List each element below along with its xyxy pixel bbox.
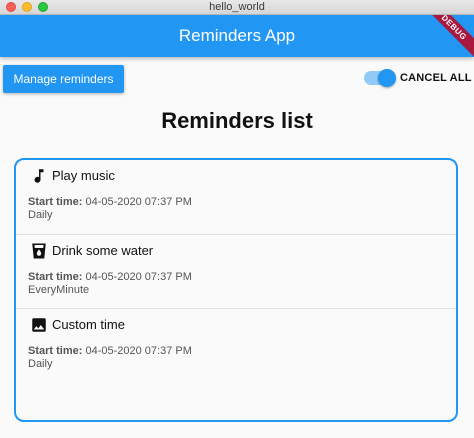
- music-note-icon: [34, 169, 44, 183]
- start-time-value: 04-05-2020 07:37 PM: [85, 196, 192, 208]
- reminder-start-time: Start time: 04-05-2020 07:37 PM: [28, 196, 192, 208]
- reminder-title: Drink some water: [52, 243, 154, 258]
- page-title: Reminders list: [161, 108, 313, 133]
- cancel-all-label: CANCEL ALL: [400, 72, 472, 84]
- reminder-repeat: Daily: [28, 209, 53, 221]
- start-time-label: Start time:: [28, 196, 83, 208]
- reminder-start-time: Start time: 04-05-2020 07:37 PM: [28, 345, 192, 357]
- reminder-start-time: Start time: 04-05-2020 07:37 PM: [28, 271, 192, 283]
- reminders-list: Play music Start time: 04-05-2020 07:37 …: [14, 158, 458, 422]
- start-time-label: Start time:: [28, 345, 83, 357]
- reminder-repeat: EveryMinute: [28, 284, 90, 296]
- start-time-value: 04-05-2020 07:37 PM: [85, 345, 192, 357]
- manage-reminders-button[interactable]: Manage reminders: [3, 65, 124, 93]
- cancel-all-toggle[interactable]: [364, 69, 396, 87]
- list-item[interactable]: Play music Start time: 04-05-2020 07:37 …: [16, 160, 456, 234]
- app-bar: Reminders App DEBUG: [0, 15, 474, 57]
- image-icon: [32, 318, 46, 332]
- list-item[interactable]: Custom time Start time: 04-05-2020 07:37…: [16, 308, 456, 382]
- water-glass-icon: [32, 243, 46, 259]
- reminder-title: Custom time: [52, 317, 125, 332]
- list-item[interactable]: Drink some water Start time: 04-05-2020 …: [16, 234, 456, 308]
- window-titlebar: hello_world: [0, 0, 474, 15]
- app-bar-title: Reminders App: [178, 26, 296, 45]
- start-time-value: 04-05-2020 07:37 PM: [85, 271, 192, 283]
- reminder-repeat: Daily: [28, 358, 53, 370]
- start-time-label: Start time:: [28, 271, 83, 283]
- reminder-title: Play music: [52, 168, 115, 183]
- window-title: hello_world: [209, 1, 265, 13]
- toggle-knob: [378, 69, 396, 87]
